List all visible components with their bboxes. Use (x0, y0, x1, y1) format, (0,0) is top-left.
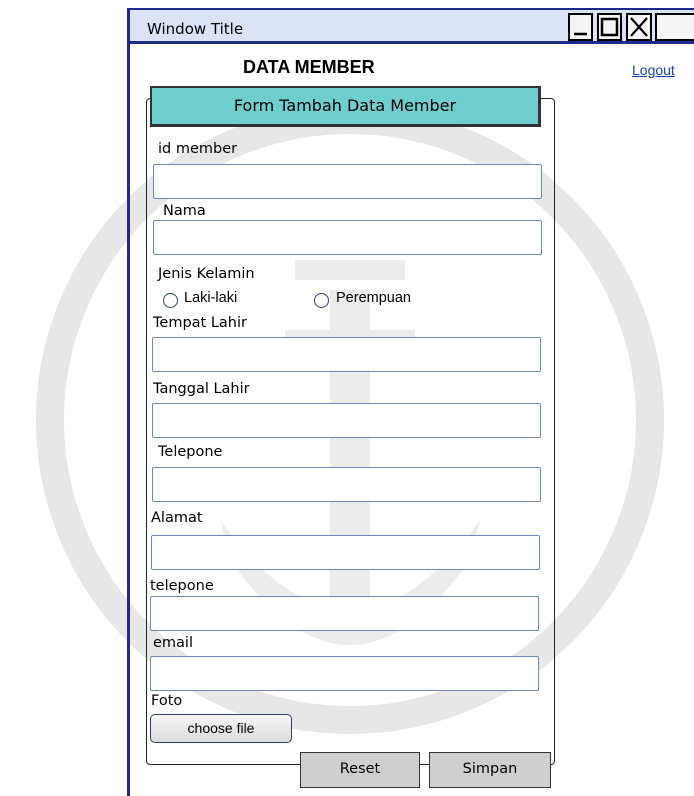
simpan-button[interactable]: Simpan (429, 752, 551, 788)
email-label: email (153, 635, 193, 651)
close-icon (630, 17, 648, 37)
tempat-lahir-label: Tempat Lahir (153, 315, 247, 331)
tanggal-lahir-label: Tanggal Lahir (153, 381, 250, 397)
choose-file-button[interactable]: choose file (150, 714, 292, 743)
maximize-icon (600, 17, 619, 37)
radio-perempuan-label: Perempuan (336, 290, 411, 306)
radio-laki-laki[interactable] (163, 293, 178, 308)
nama-label: Nama (163, 203, 206, 219)
close-button[interactable] (626, 13, 652, 41)
form-title: Form Tambah Data Member (150, 86, 541, 127)
minimize-icon (574, 32, 587, 36)
foto-label: Foto (151, 693, 183, 709)
id-member-input[interactable] (153, 164, 542, 199)
alamat-input[interactable] (151, 535, 540, 570)
window-control-edge (655, 13, 694, 41)
nama-input[interactable] (153, 220, 542, 255)
radio-perempuan[interactable] (314, 293, 329, 308)
jenis-kelamin-label: Jenis Kelamin (158, 266, 255, 282)
alamat-label: Alamat (151, 510, 203, 526)
logout-link[interactable]: Logout (632, 62, 675, 78)
telepone-label: Telepone (158, 444, 223, 460)
id-member-label: id member (158, 141, 238, 157)
telepone-2-label: telepone (150, 578, 214, 594)
maximize-button[interactable] (597, 13, 622, 41)
reset-button[interactable]: Reset (300, 752, 420, 788)
email-input[interactable] (150, 656, 539, 691)
radio-laki-laki-label: Laki-laki (184, 290, 238, 306)
telepone-input[interactable] (152, 467, 541, 502)
window-title: Window Title (147, 20, 244, 38)
tanggal-lahir-input[interactable] (152, 403, 541, 438)
page-title: DATA MEMBER (243, 57, 375, 77)
minimize-button[interactable] (568, 13, 593, 41)
tempat-lahir-input[interactable] (152, 337, 541, 372)
telepone-2-input[interactable] (150, 596, 539, 631)
